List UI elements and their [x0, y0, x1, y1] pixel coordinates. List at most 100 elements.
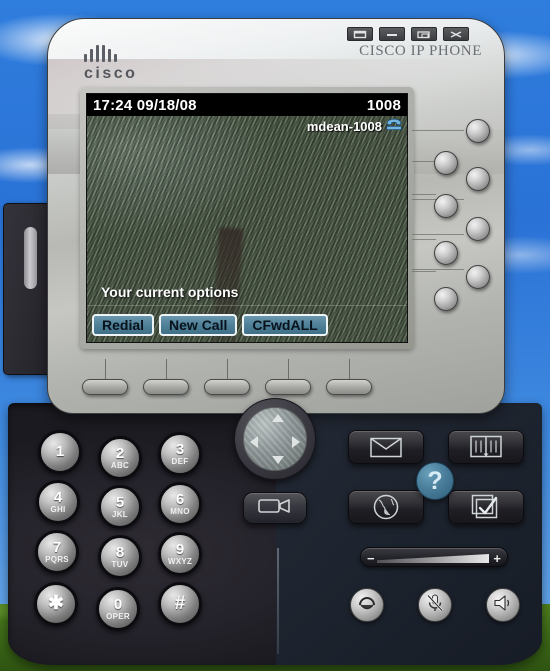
key-0[interactable]: 0 OPER: [96, 587, 140, 631]
volume-rocker[interactable]: − +: [360, 547, 508, 567]
lcd-status-bar: 17:24 09/18/08 1008: [87, 94, 407, 116]
lcd-softkey-labels: Redial New Call CFwdALL: [92, 314, 328, 336]
key-pound-digit: #: [174, 593, 186, 614]
lcd-separator: [87, 305, 407, 306]
settings-button[interactable]: [448, 490, 524, 524]
nav-up-arrow-icon[interactable]: [272, 414, 284, 422]
key-6-letters: MNO: [170, 506, 190, 516]
line-wire-7: [412, 271, 436, 272]
cisco-logo: cisco: [84, 45, 204, 83]
lcd-line-label: mdean-1008: [306, 118, 382, 134]
navigation-pad-inner[interactable]: [243, 407, 307, 471]
line-button-4[interactable]: [434, 194, 458, 218]
line-button-8[interactable]: [434, 287, 458, 311]
line-button-6[interactable]: [434, 241, 458, 265]
key-4-letters: GHI: [50, 504, 66, 514]
key-8-letters: TUV: [111, 559, 129, 569]
nav-right-arrow-icon[interactable]: [292, 436, 300, 448]
lcd-bezel: 17:24 09/18/08 1008 mdean-1008 Your curr…: [80, 87, 414, 349]
key-2-digit: 2: [115, 444, 125, 462]
key-9[interactable]: 9 WXYZ: [158, 532, 202, 576]
line-wire-8: [412, 269, 464, 270]
line-button-2[interactable]: [434, 151, 458, 175]
line-button-5[interactable]: [466, 217, 490, 241]
restore-button[interactable]: [411, 27, 437, 41]
lcd-time-date: 17:24 09/18/08: [93, 96, 197, 114]
line-button-7[interactable]: [466, 265, 490, 289]
key-0-letters: OPER: [106, 611, 130, 621]
chassis-divider: [277, 548, 279, 654]
headset-icon: [357, 593, 377, 618]
directories-button[interactable]: [448, 430, 524, 464]
line-button-3[interactable]: [466, 167, 490, 191]
softkey-label-redial[interactable]: Redial: [92, 314, 155, 336]
key-0-digit: 0: [113, 595, 123, 613]
globe-icon: [373, 494, 399, 520]
volume-down-label[interactable]: −: [367, 551, 375, 566]
line-wire-2: [412, 161, 436, 162]
softkey-button-5[interactable]: [326, 379, 372, 395]
lcd-line-label-row: mdean-1008: [307, 118, 402, 134]
key-5[interactable]: 5 JKL: [98, 485, 142, 529]
softkey-wire-5: [349, 359, 350, 381]
key-3[interactable]: 3 DEF: [158, 432, 202, 476]
services-button[interactable]: [348, 490, 424, 524]
key-9-letters: WXYZ: [167, 556, 193, 566]
softkey-button-2[interactable]: [143, 379, 189, 395]
key-1[interactable]: 1: [38, 430, 82, 474]
nav-down-arrow-icon[interactable]: [272, 456, 284, 464]
softkey-button-4[interactable]: [265, 379, 311, 395]
maximize-button[interactable]: [347, 27, 373, 41]
softkey-wire-4: [288, 359, 289, 381]
line-wire-6: [412, 239, 436, 240]
key-2[interactable]: 2 ABC: [98, 436, 142, 480]
speaker-button[interactable]: [486, 588, 520, 622]
mute-mic-icon: [425, 593, 445, 618]
key-4[interactable]: 4 GHI: [36, 480, 80, 524]
headset-button[interactable]: [350, 588, 384, 622]
navigation-pad[interactable]: [234, 398, 316, 480]
phone-upper-shell: cisco CISCO IP PHONE 17:24 09/18/08 1008…: [47, 18, 505, 414]
key-pound[interactable]: #: [158, 582, 202, 626]
cisco-bars-icon: [84, 45, 204, 62]
checkbox-icon: [471, 494, 501, 520]
softkey-label-new-call[interactable]: New Call: [159, 314, 238, 336]
line-wire-1: [412, 130, 464, 131]
softkey-button-1[interactable]: [82, 379, 128, 395]
line-wire-5: [412, 234, 464, 235]
key-7[interactable]: 7 PQRS: [35, 530, 79, 574]
window-controls: [347, 27, 469, 41]
lcd-extension: 1008: [366, 96, 401, 114]
key-5-letters: JKL: [111, 509, 128, 519]
softkey-button-3[interactable]: [204, 379, 250, 395]
nav-left-arrow-icon[interactable]: [250, 436, 258, 448]
softkey-wire-2: [166, 359, 167, 381]
softkey-wire-3: [227, 359, 228, 381]
key-star[interactable]: ✱: [34, 582, 78, 626]
softkey-label-cfwdall[interactable]: CFwdALL: [242, 314, 328, 336]
volume-level-indicator: [377, 554, 489, 563]
dial-keypad: 1 2 ABC 3 DEF 4 GHI 5 JKL 6 MNO 7 PQRS 8: [34, 430, 214, 642]
mute-button[interactable]: [418, 588, 452, 622]
close-button[interactable]: [443, 27, 469, 41]
line-button-1[interactable]: [466, 119, 490, 143]
lcd-screen[interactable]: 17:24 09/18/08 1008 mdean-1008 Your curr…: [86, 93, 408, 343]
messages-button[interactable]: [348, 430, 424, 464]
video-camera-icon: [258, 497, 292, 520]
line-buttons-panel: [412, 89, 534, 349]
key-7-letters: PQRS: [45, 554, 69, 564]
key-4-digit: 4: [53, 488, 63, 506]
key-1-digit: 1: [55, 443, 65, 460]
lcd-prompt-text: Your current options: [101, 284, 239, 300]
handset-icon: [386, 118, 402, 134]
key-8-digit: 8: [115, 543, 125, 561]
softkey-hardware-row: [80, 359, 414, 403]
lcd-wallpaper-image: [87, 116, 407, 342]
video-button[interactable]: [243, 492, 307, 524]
cisco-wordmark: cisco: [84, 65, 138, 82]
minimize-button[interactable]: [379, 27, 405, 41]
key-8[interactable]: 8 TUV: [98, 535, 142, 579]
key-6[interactable]: 6 MNO: [158, 482, 202, 526]
help-button[interactable]: ?: [416, 462, 454, 500]
volume-up-label[interactable]: +: [493, 551, 501, 566]
